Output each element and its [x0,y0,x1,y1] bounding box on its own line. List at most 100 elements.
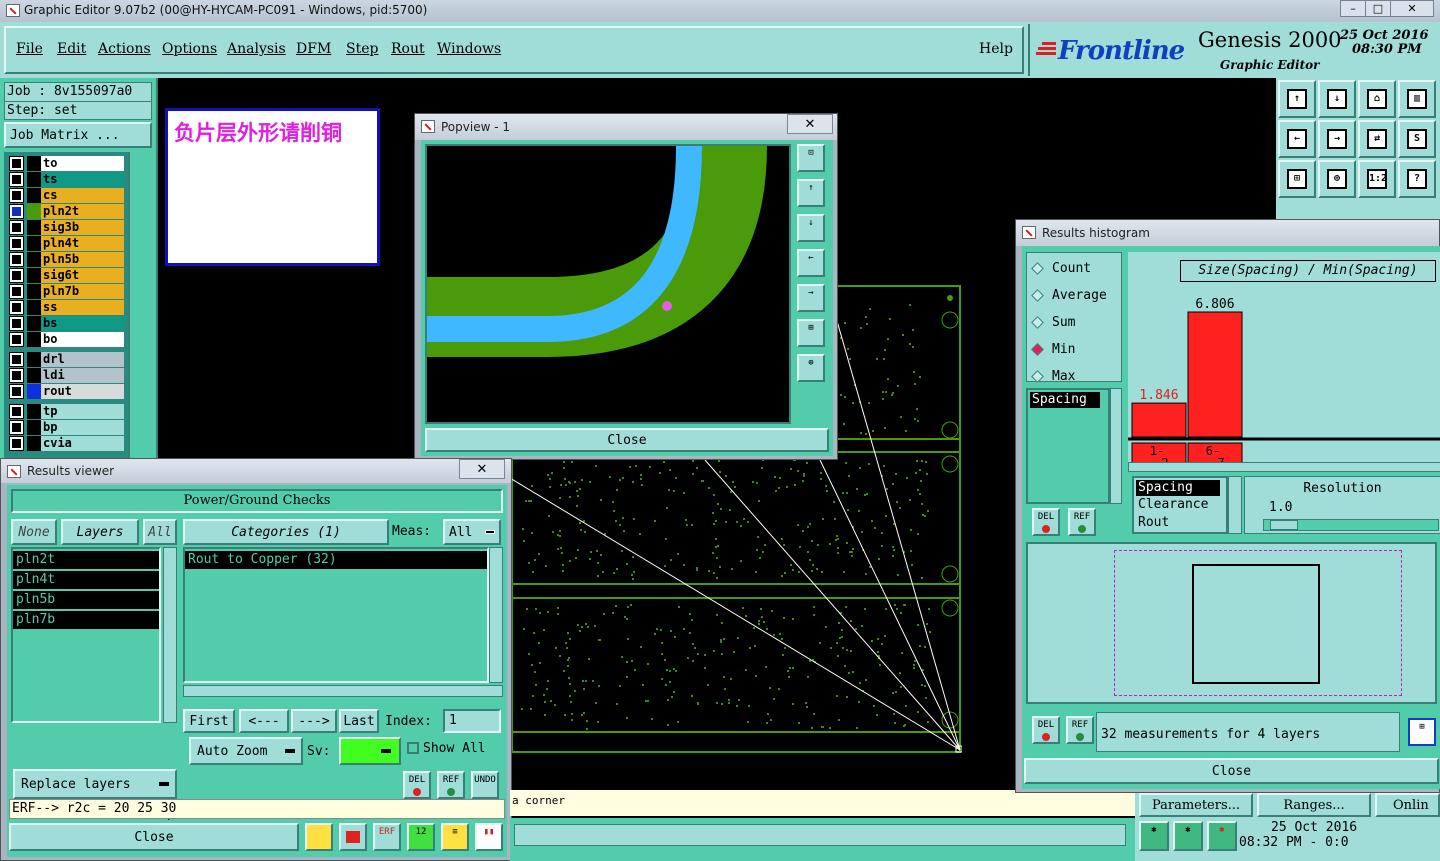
tool-help-icon[interactable]: ? [1398,160,1436,198]
tool-right-icon[interactable]: → [1318,120,1356,158]
option-count[interactable]: Count [1031,259,1091,277]
tool-s-icon[interactable]: S [1398,120,1436,158]
type-scrollbar[interactable] [1228,476,1242,534]
popview-zoom-icon[interactable]: ⊡ [797,144,825,172]
tool-left-icon[interactable]: ← [1278,120,1316,158]
prev-button[interactable]: <--- [239,709,289,733]
close-app-button[interactable]: ✕ [1390,0,1434,17]
menu-actions[interactable]: Actions [98,41,151,57]
result-layer-item[interactable]: pln7b [13,611,159,629]
type-listbox[interactable]: Spacing Clearance Rout [1132,476,1228,534]
layer-row-pln7b[interactable]: pln7b [8,284,124,299]
layer-row-tp[interactable]: tp [8,404,124,419]
menu-windows[interactable]: Windows [437,41,501,57]
tool-mirror-icon[interactable]: ⇄ [1358,120,1396,158]
layer-row-cs[interactable]: cs [8,188,124,203]
layer-row-ldi[interactable]: ldi [8,368,124,383]
layer-row-bp[interactable]: bp [8,420,124,435]
undo-button[interactable]: UNDO [471,771,499,799]
category-item[interactable]: Rout to Copper (32) [185,551,487,569]
layer-row-pln4t[interactable]: pln4t [8,236,124,251]
run-all-icon[interactable]: ✱ [1173,821,1203,851]
layer-row-bs[interactable]: bs [8,316,124,331]
ranges-button[interactable]: Ranges... [1257,793,1371,817]
option-average[interactable]: Average [1031,286,1107,304]
popview-close-button[interactable]: Close [425,428,829,452]
resolution-slider[interactable] [1263,519,1439,531]
option-sum[interactable]: Sum [1031,313,1075,331]
results-viewer-close-x-button[interactable]: ✕ [459,459,505,479]
all-layers-button[interactable]: All [143,519,177,545]
measure-item-spacing[interactable]: Spacing [1030,392,1100,408]
layer-row-sig3b[interactable]: sig3b [8,220,124,235]
menu-file[interactable]: File [16,41,43,57]
histogram-close-button[interactable]: Close [1024,758,1439,784]
menu-rout[interactable]: Rout [391,41,425,57]
layer-row-to[interactable]: to [8,156,124,171]
next-button[interactable]: ---> [291,709,337,733]
replace-layers-select[interactable]: Replace layers [13,769,177,799]
type-item-rout[interactable]: Rout [1134,514,1226,532]
hist-ref2-button[interactable]: REF [1066,716,1094,744]
histogram-hscrollbar[interactable] [1128,462,1440,472]
layer-row-drl[interactable]: drl [8,352,124,367]
layer-row-cvia[interactable]: cvia [8,436,124,451]
number-icon[interactable]: 12 [407,823,435,851]
meas-select[interactable]: All [443,519,501,545]
categories-scrollbar[interactable] [489,547,503,683]
layer-row-sig6t[interactable]: sig6t [8,268,124,283]
option-min[interactable]: Min [1031,340,1075,358]
popview-left-icon[interactable]: ← [797,249,825,277]
first-button[interactable]: First [183,709,235,733]
tool-split-icon[interactable]: ▥ [1398,80,1436,118]
job-matrix-button[interactable]: Job Matrix ... [4,122,152,148]
popview-canvas[interactable] [425,144,791,424]
histogram-icon[interactable]: ▮▮ [475,823,503,851]
chart-icon[interactable] [305,823,333,851]
layer-checkbox[interactable] [10,189,23,202]
layer-row-ss[interactable]: ss [8,300,124,315]
minimize-button[interactable]: – [1340,0,1366,17]
layer-checkbox[interactable] [10,333,23,346]
tool-zoom-fit-icon[interactable]: ⊞ [1278,160,1316,198]
menu-dfm[interactable]: DFM [296,41,331,57]
popview-right-icon[interactable]: → [797,284,825,312]
layer-row-pln2t[interactable]: pln2t [8,204,124,219]
layer-checkbox[interactable] [10,157,23,170]
categories-hscrollbar[interactable] [183,685,503,697]
show-all-checkbox[interactable] [407,742,419,754]
layer-checkbox[interactable] [10,301,23,314]
layer-checkbox[interactable] [10,405,23,418]
hist-del2-button[interactable]: DEL [1032,716,1060,744]
layer-checkbox[interactable] [10,285,23,298]
tool-download-icon[interactable]: ↓ [1318,80,1356,118]
layer-checkbox[interactable] [10,173,23,186]
auto-zoom-select[interactable]: Auto Zoom [189,737,303,765]
categories-listbox[interactable]: Rout to Copper (32) [183,547,489,683]
erf-icon[interactable]: ERF [373,823,401,851]
menu-step[interactable]: Step [346,41,378,57]
layer-checkbox[interactable] [10,317,23,330]
layer-row-bo[interactable]: bo [8,332,124,347]
tool-zoom-center-icon[interactable]: ⊕ [1318,160,1356,198]
result-layer-item[interactable]: pln2t [13,551,159,569]
popview-up-icon[interactable]: ↑ [797,179,825,207]
layer-checkbox[interactable] [10,237,23,250]
ref-button[interactable]: REF [437,771,465,799]
layer-checkbox[interactable] [10,437,23,450]
menu-edit[interactable]: Edit [57,41,86,57]
hist-export-icon[interactable]: ⊞ [1408,718,1436,746]
layer-row-ts[interactable]: ts [8,172,124,187]
hist-ref-button[interactable]: REF [1068,508,1096,536]
stop-icon[interactable]: ✱ [1207,821,1237,851]
popview-close-x-button[interactable]: ✕ [787,114,833,134]
report-icon[interactable]: ≡ [441,823,469,851]
none-button[interactable]: None [11,519,57,545]
popview-center-icon[interactable]: ⊕ [797,354,825,382]
layer-checkbox[interactable] [10,221,23,234]
layer-row-rout[interactable]: rout [8,384,124,399]
online-button[interactable]: Onlin [1375,793,1440,817]
layer-checkbox[interactable] [10,269,23,282]
layer-checkbox[interactable] [10,353,23,366]
layer-checkbox[interactable] [10,421,23,434]
